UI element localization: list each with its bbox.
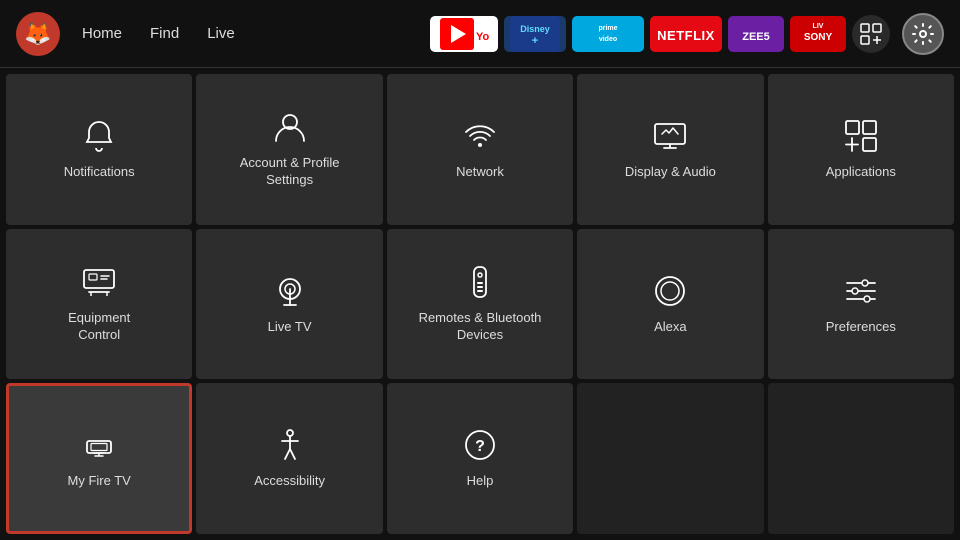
account-label: Account & ProfileSettings <box>240 155 340 189</box>
grid-item-help[interactable]: ? Help <box>387 383 573 534</box>
applications-label: Applications <box>826 164 896 181</box>
top-nav: 🦊 Home Find Live YouTube Disney + <box>0 0 960 68</box>
app-netflix[interactable]: NETFLIX <box>650 16 722 52</box>
app-prime[interactable]: prime video <box>572 16 644 52</box>
nav-find[interactable]: Find <box>148 21 181 46</box>
settings-grid: Notifications Account & ProfileSettings … <box>0 68 960 540</box>
svg-text:LIV: LIV <box>813 23 824 30</box>
nav-apps: YouTube Disney + prime video NETFLIX <box>430 15 890 53</box>
grid-item-display-audio[interactable]: Display & Audio <box>577 74 763 225</box>
grid-item-alexa[interactable]: Alexa <box>577 229 763 380</box>
nav-grid-icon[interactable] <box>852 15 890 53</box>
accessibility-icon <box>272 427 308 463</box>
bell-icon <box>81 118 117 154</box>
notifications-label: Notifications <box>64 164 135 181</box>
app-disney[interactable]: Disney + <box>504 16 566 52</box>
alexa-icon <box>652 273 688 309</box>
alexa-label: Alexa <box>654 319 687 336</box>
tv-icon <box>81 264 117 300</box>
grid-item-remotes[interactable]: Remotes & BluetoothDevices <box>387 229 573 380</box>
grid-item-accessibility[interactable]: Accessibility <box>196 383 382 534</box>
app-zee5[interactable]: ZEE5 <box>728 16 784 52</box>
grid-item-notifications[interactable]: Notifications <box>6 74 192 225</box>
svg-text:prime: prime <box>598 25 617 32</box>
sliders-icon <box>843 273 879 309</box>
grid-item-applications[interactable]: Applications <box>768 74 954 225</box>
help-label: Help <box>467 473 494 490</box>
settings-button[interactable] <box>902 13 944 55</box>
remotes-label: Remotes & BluetoothDevices <box>419 310 542 344</box>
grid-item-empty1 <box>577 383 763 534</box>
svg-text:NETFLIX: NETFLIX <box>658 28 714 43</box>
grid-item-equipment[interactable]: EquipmentControl <box>6 229 192 380</box>
person-icon <box>272 109 308 145</box>
app-youtube[interactable]: YouTube <box>430 16 498 52</box>
app-sony[interactable]: SONY LIV <box>790 16 846 52</box>
wifi-icon <box>462 118 498 154</box>
svg-text:SONY: SONY <box>804 32 833 43</box>
antenna-icon <box>272 273 308 309</box>
livetv-label: Live TV <box>268 319 312 336</box>
help-icon: ? <box>462 427 498 463</box>
grid-item-myfiretv[interactable]: My Fire TV <box>6 383 192 534</box>
nav-logo[interactable]: 🦊 <box>16 12 60 56</box>
svg-text:?: ? <box>475 438 485 455</box>
apps-icon <box>843 118 879 154</box>
grid-item-empty2 <box>768 383 954 534</box>
svg-text:video: video <box>599 36 617 43</box>
equipment-label: EquipmentControl <box>68 310 130 344</box>
svg-text:YouTube: YouTube <box>476 31 490 43</box>
nav-links: Home Find Live <box>80 21 237 46</box>
svg-text:ZEE5: ZEE5 <box>742 31 770 43</box>
myfiretv-label: My Fire TV <box>68 473 131 490</box>
grid-item-livetv[interactable]: Live TV <box>196 229 382 380</box>
svg-text:+: + <box>532 35 538 47</box>
svg-text:Disney: Disney <box>520 24 550 34</box>
remote-icon <box>462 264 498 300</box>
display-audio-label: Display & Audio <box>625 164 716 181</box>
accessibility-label: Accessibility <box>254 473 325 490</box>
grid-item-network[interactable]: Network <box>387 74 573 225</box>
grid-item-account[interactable]: Account & ProfileSettings <box>196 74 382 225</box>
nav-home[interactable]: Home <box>80 21 124 46</box>
firetv-icon <box>81 427 117 463</box>
preferences-label: Preferences <box>826 319 896 336</box>
network-label: Network <box>456 164 504 181</box>
display-icon <box>652 118 688 154</box>
grid-item-preferences[interactable]: Preferences <box>768 229 954 380</box>
nav-live[interactable]: Live <box>205 21 237 46</box>
